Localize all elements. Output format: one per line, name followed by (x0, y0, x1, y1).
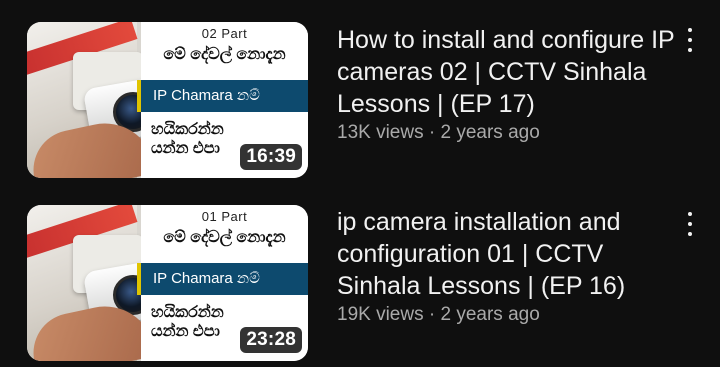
video-meta: ip camera installation and configuration… (337, 206, 677, 326)
video-stats: 13K views · 2 years ago (337, 122, 677, 144)
more-vert-icon[interactable] (682, 210, 698, 238)
thumbnail-part-label: 02 Part (201, 26, 248, 41)
thumbnail-subline: හයිකරන්න යන්න එපා (151, 303, 224, 341)
upload-age: 2 years ago (440, 304, 540, 325)
video-item[interactable]: 02 Part මේ දේවල් නොදැන IP Chamara නම් හය… (0, 0, 720, 178)
thumbnail-scene (27, 22, 178, 178)
thumbnail-part-label: 01 Part (201, 209, 248, 224)
stats-separator: · (428, 122, 436, 143)
thumbnail-headline: මේ දේවල් නොදැන (163, 229, 286, 246)
video-thumbnail[interactable]: 01 Part මේ දේවල් නොදැන IP Chamara නම් හය… (27, 205, 308, 361)
view-count: 19K views (337, 304, 424, 325)
more-vert-icon[interactable] (682, 26, 698, 54)
thumbnail-subline-2: යන්න එපා (151, 140, 220, 157)
duration-badge: 23:28 (240, 327, 302, 353)
video-title[interactable]: How to install and configure IP cameras … (337, 24, 677, 120)
thumbnail-subline-1: හයිකරන්න (151, 304, 224, 321)
video-stats: 19K views · 2 years ago (337, 304, 677, 326)
video-thumbnail[interactable]: 02 Part මේ දේවල් නොදැන IP Chamara නම් හය… (27, 22, 308, 178)
thumbnail-subline-1: හයිකරන්න (151, 121, 224, 138)
thumbnail-name-bar: IP Chamara නම් (137, 80, 308, 112)
thumbnail-scene (27, 205, 178, 361)
thumbnail-name-bar: IP Chamara නම් (137, 263, 308, 295)
view-count: 13K views (337, 122, 424, 143)
thumbnail-subline: හයිකරන්න යන්න එපා (151, 120, 224, 158)
video-title[interactable]: ip camera installation and configuration… (337, 206, 677, 302)
duration-badge: 16:39 (240, 144, 302, 170)
video-item[interactable]: 01 Part මේ දේවල් නොදැන IP Chamara නම් හය… (0, 184, 720, 361)
thumbnail-subline-2: යන්න එපා (151, 323, 220, 340)
upload-age: 2 years ago (440, 122, 540, 143)
thumbnail-headline: මේ දේවල් නොදැන (163, 46, 286, 63)
stats-separator: · (428, 304, 436, 325)
video-meta: How to install and configure IP cameras … (337, 24, 677, 144)
